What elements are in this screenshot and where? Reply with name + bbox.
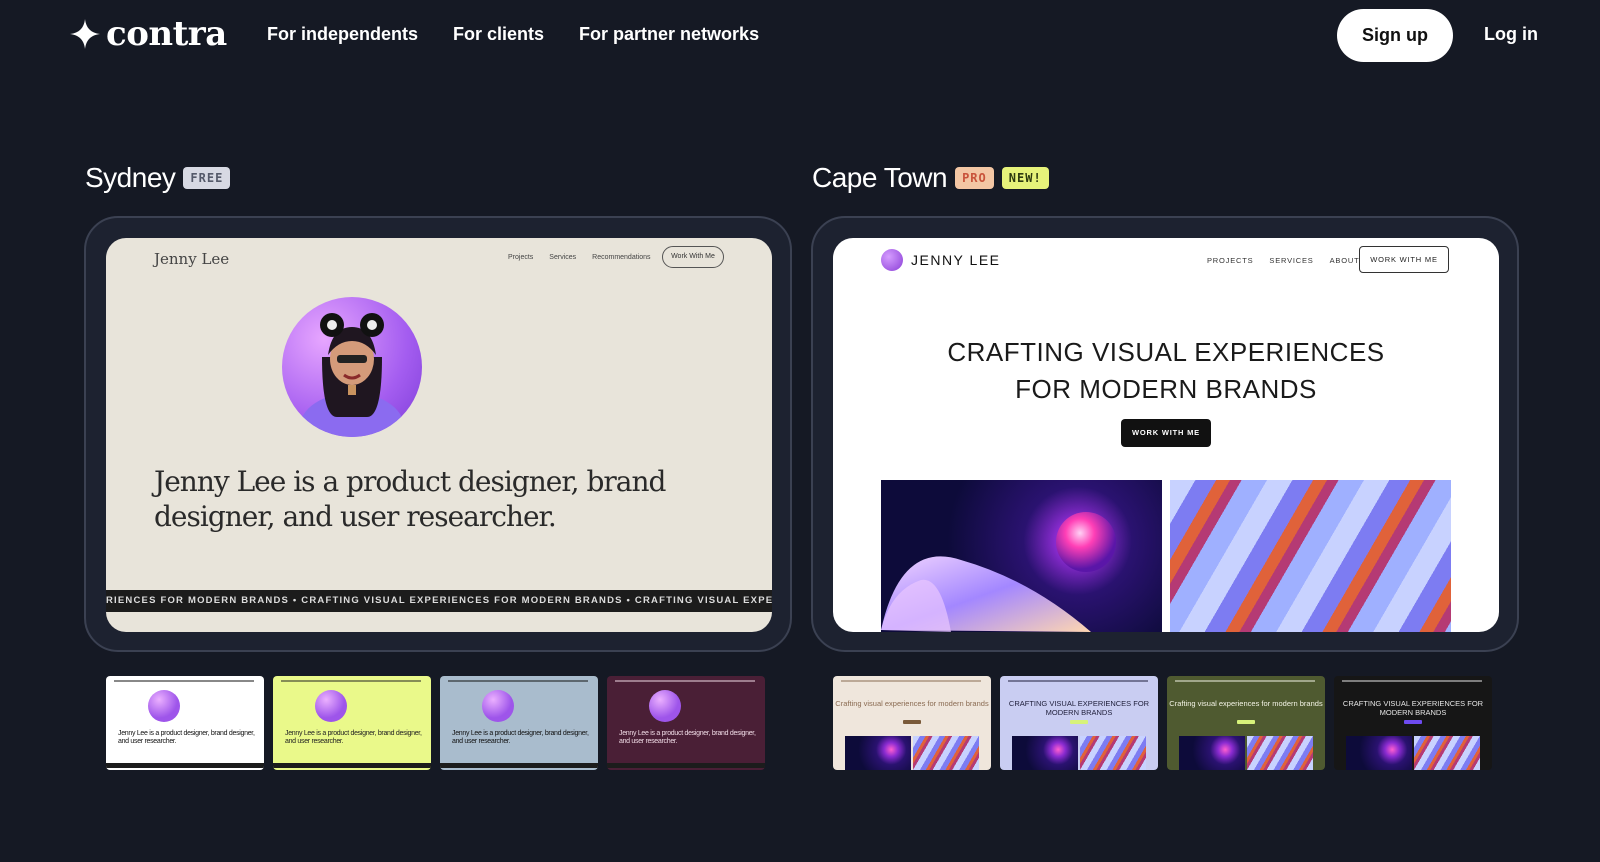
thumbnail-text: CRAFTING VISUAL EXPERIENCES FOR MODERN B…: [1342, 699, 1484, 717]
free-badge: FREE: [183, 167, 231, 189]
color-variant-thumbnail[interactable]: Jenny Lee is a product designer, brand d…: [106, 676, 264, 770]
preview-brand: JENNY LEE: [911, 252, 1001, 268]
thumbnail-button: [903, 720, 921, 724]
thumbnail-button: [1237, 720, 1255, 724]
color-variant-thumbnail[interactable]: Crafting visual experiences for modern b…: [1167, 676, 1325, 770]
sydney-variant-list: Jenny Lee is a product designer, brand d…: [106, 676, 765, 770]
preview-cta: WORK WITH ME: [1359, 246, 1449, 273]
sign-up-button[interactable]: Sign up: [1337, 9, 1453, 62]
color-variant-thumbnail[interactable]: CRAFTING VISUAL EXPERIENCES FOR MODERN B…: [1000, 676, 1158, 770]
color-variant-thumbnail[interactable]: Jenny Lee is a product designer, brand d…: [607, 676, 765, 770]
template-preview-sydney[interactable]: Jenny Lee Projects Services Recommendati…: [84, 216, 792, 652]
template-title-cape-town: Cape Town PRO NEW!: [812, 162, 1049, 194]
color-variant-thumbnail[interactable]: Crafting visual experiences for modern b…: [833, 676, 991, 770]
thumbnail-marquee: [607, 763, 765, 768]
thumbnail-button: [1070, 720, 1088, 724]
thumbnail-marquee: [273, 763, 431, 768]
nav-link-partner-networks[interactable]: For partner networks: [579, 24, 759, 45]
thumbnail-text: Crafting visual experiences for modern b…: [835, 699, 989, 708]
thumbnail-nav-bar: [1175, 680, 1315, 682]
preview-nav-item: Projects: [508, 254, 534, 261]
preview-logo-avatar: [881, 249, 903, 271]
preview-nav: Projects Services Recommendations: [508, 254, 651, 261]
logo-wordmark: contra: [106, 14, 227, 54]
preview-nav-item: SERVICES: [1269, 256, 1314, 265]
preview-nav-item: ABOUT: [1329, 256, 1360, 265]
template-name: Sydney: [85, 162, 176, 193]
thumbnail-nav-bar: [1008, 680, 1148, 682]
template-preview-cape-town[interactable]: JENNY LEE PROJECTS SERVICES ABOUT WORK W…: [811, 216, 1519, 652]
thumbnail-image-orb: [1346, 736, 1412, 770]
thumbnail-nav-bar: [281, 680, 421, 682]
thumbnail-nav-bar: [1342, 680, 1482, 682]
thumbnail-text: CRAFTING VISUAL EXPERIENCES FOR MODERN B…: [1008, 699, 1150, 717]
thumbnail-text: Jenny Lee is a product designer, brand d…: [619, 730, 756, 745]
thumbnail-button: [1404, 720, 1422, 724]
template-name: Cape Town: [812, 162, 948, 193]
preview-screen: JENNY LEE PROJECTS SERVICES ABOUT WORK W…: [833, 238, 1499, 632]
avatar: [148, 690, 180, 722]
thumbnail-image-orb: [1179, 736, 1245, 770]
preview-nav-item: Services: [549, 254, 577, 261]
new-badge: NEW!: [1001, 167, 1049, 189]
thumbnail-nav-bar: [114, 680, 254, 682]
thumbnail-image-ribbons: [1247, 736, 1313, 770]
preview-image-ribbons: [1170, 480, 1451, 632]
thumbnail-text: Jenny Lee is a product designer, brand d…: [118, 730, 255, 745]
preview-image-orb: [881, 480, 1162, 632]
avatar: [315, 690, 347, 722]
preview-nav: PROJECTS SERVICES ABOUT: [1207, 256, 1359, 265]
thumbnail-text: Crafting visual experiences for modern b…: [1169, 699, 1323, 708]
thumbnail-image-ribbons: [1414, 736, 1480, 770]
avatar: [282, 297, 422, 437]
color-variant-thumbnail[interactable]: CRAFTING VISUAL EXPERIENCES FOR MODERN B…: [1334, 676, 1492, 770]
preview-headline: CRAFTING VISUAL EXPERIENCES FOR MODERN B…: [833, 334, 1499, 408]
pro-badge: PRO: [955, 167, 994, 189]
thumbnail-image-ribbons: [913, 736, 979, 770]
preview-screen: Jenny Lee Projects Services Recommendati…: [106, 238, 772, 632]
preview-headline-line: FOR MODERN BRANDS: [1015, 374, 1317, 404]
avatar: [482, 690, 514, 722]
color-variant-thumbnail[interactable]: Jenny Lee is a product designer, brand d…: [273, 676, 431, 770]
avatar: [649, 690, 681, 722]
thumbnail-marquee: [106, 763, 264, 768]
preview-button: WORK WITH ME: [1121, 419, 1211, 447]
thumbnail-nav-bar: [448, 680, 588, 682]
main-nav: For independents For clients For partner…: [267, 24, 759, 45]
preview-headline: Jenny Lee is a product designer, brand d…: [154, 465, 666, 533]
thumbnail-nav-bar: [615, 680, 755, 682]
avatar-illustration: [300, 313, 404, 437]
color-variant-thumbnail[interactable]: Jenny Lee is a product designer, brand d…: [440, 676, 598, 770]
four-point-star-icon: [70, 19, 100, 49]
nav-link-clients[interactable]: For clients: [453, 24, 544, 45]
orb-illustration: [881, 512, 1116, 632]
thumbnail-nav-bar: [841, 680, 981, 682]
preview-nav-item: PROJECTS: [1207, 256, 1254, 265]
template-title-sydney: Sydney FREE: [85, 162, 231, 194]
preview-marquee: RIENCES FOR MODERN BRANDS • CRAFTING VIS…: [106, 590, 772, 612]
thumbnail-marquee: [440, 763, 598, 768]
log-in-link[interactable]: Log in: [1484, 24, 1538, 45]
preview-brand: Jenny Lee: [154, 250, 230, 268]
thumbnail-image-orb: [1012, 736, 1078, 770]
preview-headline-line: CRAFTING VISUAL EXPERIENCES: [947, 337, 1385, 367]
nav-link-independents[interactable]: For independents: [267, 24, 418, 45]
contra-logo[interactable]: contra: [70, 14, 227, 54]
thumbnail-text: Jenny Lee is a product designer, brand d…: [452, 730, 589, 745]
thumbnail-text: Jenny Lee is a product designer, brand d…: [285, 730, 422, 745]
cape-town-variant-list: Crafting visual experiences for modern b…: [833, 676, 1492, 770]
thumbnail-image-orb: [845, 736, 911, 770]
preview-cta: Work With Me: [662, 246, 724, 268]
preview-nav-item: Recommendations: [592, 254, 651, 261]
thumbnail-image-ribbons: [1080, 736, 1146, 770]
